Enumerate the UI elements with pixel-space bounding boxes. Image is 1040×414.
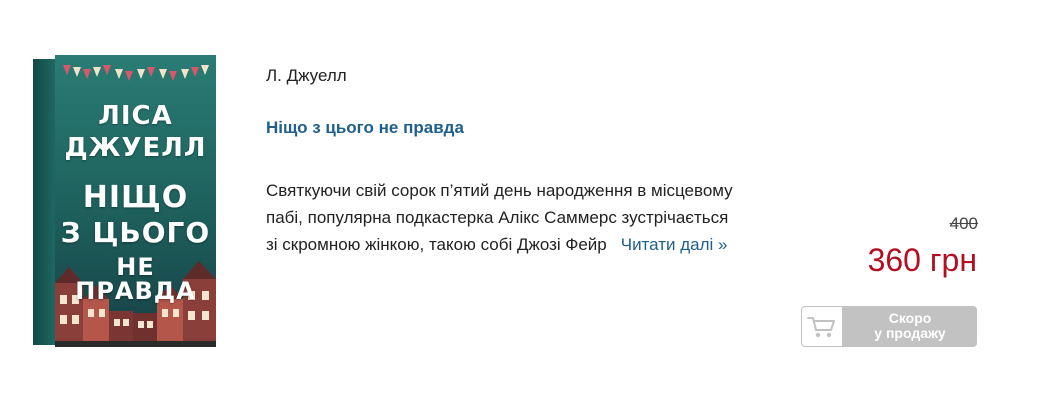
shopping-cart-icon (807, 317, 835, 338)
current-price: 360 грн (867, 242, 977, 278)
book-cover-image[interactable]: Ліса Джуелл Ніщо з цього не правда (33, 55, 216, 347)
book-description: Святкуючи свій сорок п’ятий день народже… (266, 177, 736, 258)
coming-soon-button[interactable]: Скоро у продажу (801, 306, 977, 347)
cover-author-first-name: Ліса (98, 101, 173, 131)
cover-title-text: Ліса Джуелл Ніщо з цього не правда (55, 55, 216, 347)
cover-title-line-3: не правда (75, 253, 196, 305)
book-title-link[interactable]: Ніщо з цього не правда (266, 118, 464, 138)
cover-title-line-2: з цього (60, 216, 211, 249)
coming-soon-label: Скоро у продажу (843, 311, 977, 341)
old-price: 400 (949, 214, 978, 233)
coming-soon-label-line-1: Скоро (888, 310, 932, 326)
book-author: Л. Джуелл (266, 66, 347, 85)
coming-soon-label-line-2: у продажу (874, 325, 946, 341)
cover-author-last-name: Джуелл (64, 133, 207, 163)
cover-title-line-1: Ніщо (82, 180, 189, 215)
cart-icon-box (802, 307, 842, 346)
read-more-link[interactable]: Читати далі » (621, 235, 728, 254)
book-card: Ліса Джуелл Ніщо з цього не правда Л. Дж… (0, 0, 1040, 414)
